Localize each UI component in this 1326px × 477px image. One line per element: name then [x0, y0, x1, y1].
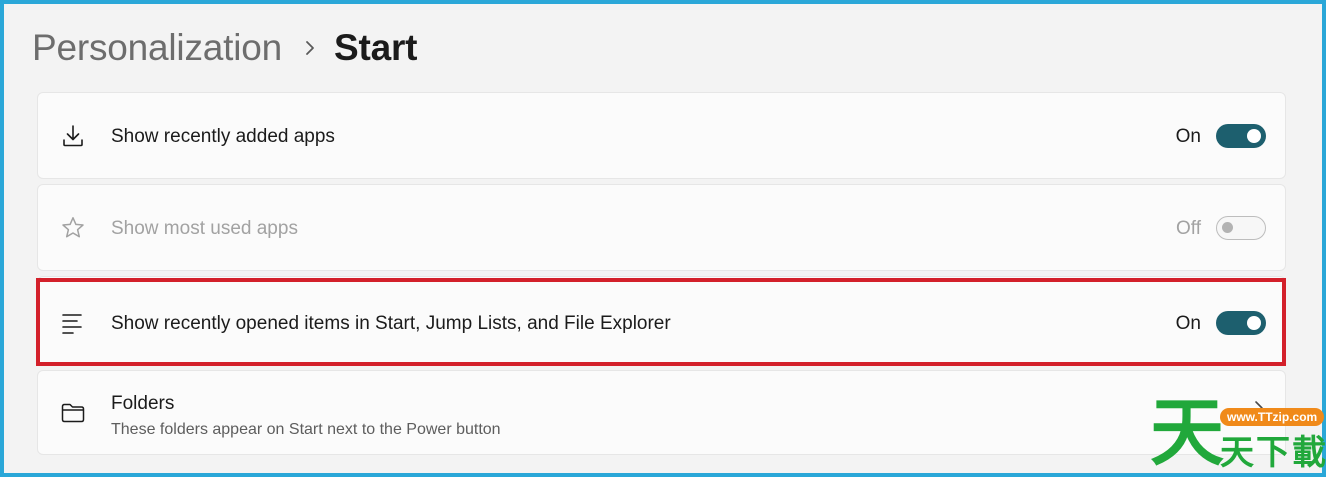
breadcrumb-parent-personalization[interactable]: Personalization — [32, 27, 282, 69]
toggle-state-text: On — [1175, 313, 1201, 334]
setting-label: Show recently opened items in Start, Jum… — [111, 313, 671, 334]
download-icon — [59, 122, 87, 150]
setting-label: Show recently added apps — [111, 126, 335, 147]
toggle-switch-recently-opened-items[interactable] — [1216, 311, 1266, 335]
toggle-knob — [1222, 222, 1233, 233]
breadcrumb: Personalization Start — [32, 24, 417, 72]
setting-label: Show most used apps — [111, 218, 298, 239]
toggle-state-text: On — [1175, 126, 1201, 147]
toggle-knob — [1247, 316, 1261, 330]
toggle-switch-most-used-apps — [1216, 216, 1266, 240]
star-icon — [59, 214, 87, 242]
setting-description: These folders appear on Start next to th… — [111, 421, 501, 438]
setting-row-recently-added-apps[interactable]: Show recently added apps On — [37, 92, 1286, 179]
folder-icon — [59, 399, 87, 427]
setting-label: Folders — [111, 393, 175, 414]
chevron-right-icon — [304, 39, 316, 57]
toggle-state-text: Off — [1176, 218, 1201, 239]
chevron-right-icon — [1253, 399, 1265, 422]
page-title: Start — [333, 27, 418, 68]
toggle-switch-recently-added-apps[interactable] — [1216, 124, 1266, 148]
toggle-knob — [1247, 129, 1261, 143]
setting-row-folders[interactable]: Folders These folders appear on Start ne… — [37, 370, 1286, 455]
setting-row-recently-opened-items[interactable]: Show recently opened items in Start, Jum… — [37, 276, 1286, 364]
list-icon — [59, 309, 87, 337]
settings-window: Personalization Start Show recently adde… — [4, 4, 1322, 473]
setting-row-most-used-apps: Show most used apps Off — [37, 184, 1286, 271]
